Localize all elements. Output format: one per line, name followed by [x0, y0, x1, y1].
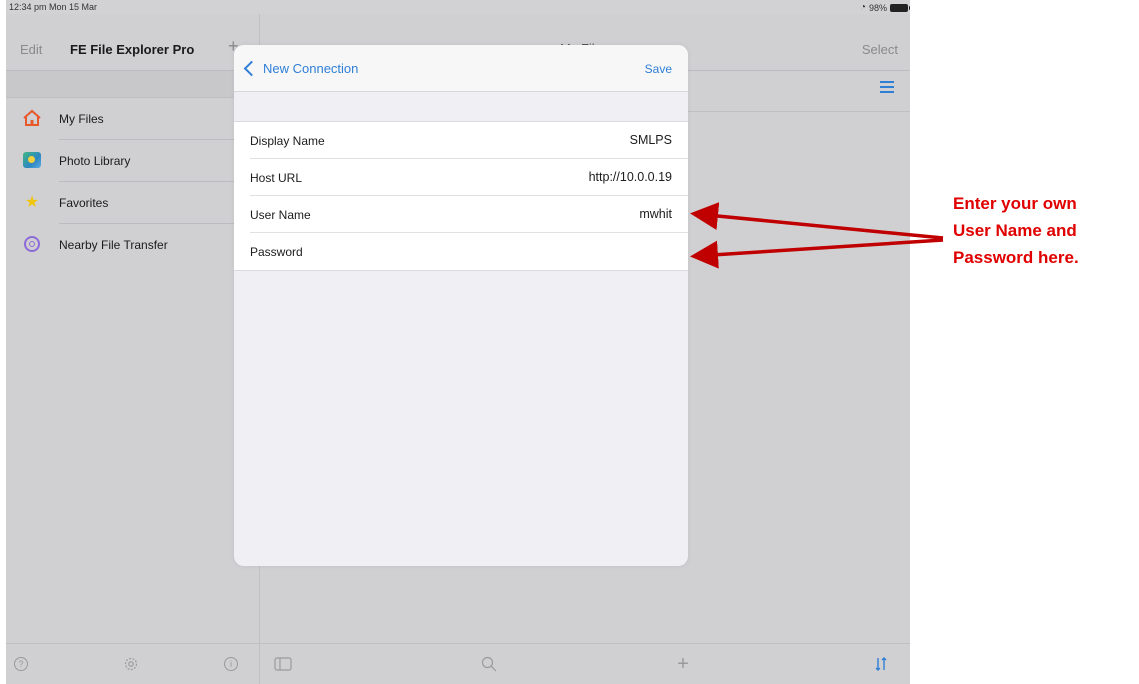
modal-navbar: New Connection Save	[234, 45, 688, 92]
list-view-icon[interactable]	[880, 81, 894, 93]
host-url-field[interactable]: http://10.0.0.19	[589, 170, 672, 184]
sidebar-navbar: Edit FE File Explorer Pro +	[6, 14, 259, 71]
battery-percent: 98%	[868, 2, 887, 13]
edit-button[interactable]: Edit	[20, 42, 42, 57]
sidebar-item-favorites[interactable]: ★ Favorites	[6, 182, 259, 224]
app-title: FE File Explorer Pro	[70, 42, 195, 57]
sidebar-item-nearby-file-transfer[interactable]: Nearby File Transfer	[6, 224, 259, 266]
password-field[interactable]	[354, 241, 672, 263]
airdrop-icon	[21, 233, 43, 255]
ipad-screen: 12:34 pm Mon 15 Mar ◔ 98% Edit FE File E…	[6, 0, 910, 684]
host-url-row[interactable]: Host URL http://10.0.0.19	[234, 159, 688, 196]
display-name-row[interactable]: Display Name SMLPS	[234, 122, 688, 159]
sidebar-list: My Files Photo Library ★ Favorites Nearb…	[6, 98, 259, 266]
status-battery-group: ◔ 98%	[859, 2, 910, 13]
wifi-icon: ◔	[859, 2, 866, 13]
sidebar-item-label: My Files	[59, 112, 104, 126]
display-name-field[interactable]: SMLPS	[630, 133, 672, 147]
sidebar-item-photo-library[interactable]: Photo Library	[6, 140, 259, 182]
user-name-row[interactable]: User Name mwhit	[234, 196, 688, 233]
sidebar-toggle-icon[interactable]	[274, 655, 292, 673]
main-toolbar: +	[260, 643, 910, 684]
user-name-label: User Name	[250, 208, 311, 222]
annotation-line: Enter your own	[953, 194, 1077, 213]
home-icon	[21, 107, 43, 129]
user-name-field[interactable]: mwhit	[639, 207, 672, 221]
password-label: Password	[250, 245, 303, 259]
photo-library-icon	[21, 149, 43, 171]
sidebar-toolbar: ? i	[6, 643, 259, 684]
help-icon[interactable]: ?	[12, 655, 30, 673]
status-bar: 12:34 pm Mon 15 Mar ◔ 98%	[6, 0, 910, 14]
status-time: 12:34 pm Mon 15 Mar	[9, 2, 98, 12]
annotation-line: Password here.	[953, 248, 1079, 267]
sidebar-item-label: Favorites	[59, 196, 109, 210]
password-row[interactable]: Password	[234, 233, 688, 270]
chevron-left-icon	[243, 60, 260, 77]
select-button[interactable]: Select	[862, 42, 898, 57]
sidebar: Edit FE File Explorer Pro + My Files Pho…	[6, 14, 260, 684]
save-button[interactable]: Save	[645, 62, 672, 76]
sidebar-section-header	[6, 71, 259, 98]
new-connection-modal: New Connection Save Display Name SMLPS H…	[234, 45, 688, 566]
sidebar-item-my-files[interactable]: My Files	[6, 98, 259, 140]
annotation-line: User Name and	[953, 221, 1077, 240]
sidebar-item-label: Photo Library	[59, 154, 131, 168]
battery-icon	[890, 3, 910, 12]
sidebar-item-label: Nearby File Transfer	[59, 238, 168, 252]
display-name-label: Display Name	[250, 134, 325, 148]
host-url-label: Host URL	[250, 171, 303, 185]
info-icon[interactable]: i	[222, 655, 240, 673]
connection-form: Display Name SMLPS Host URL http://10.0.…	[234, 121, 688, 271]
back-button[interactable]: New Connection	[242, 60, 359, 77]
gear-icon[interactable]	[122, 655, 140, 673]
annotation-text: Enter your own User Name and Password he…	[953, 190, 1133, 271]
back-button-label: New Connection	[263, 61, 359, 76]
sort-icon[interactable]	[872, 655, 890, 673]
plus-icon[interactable]: +	[674, 653, 692, 675]
search-icon[interactable]	[480, 655, 498, 673]
star-icon: ★	[24, 194, 40, 211]
